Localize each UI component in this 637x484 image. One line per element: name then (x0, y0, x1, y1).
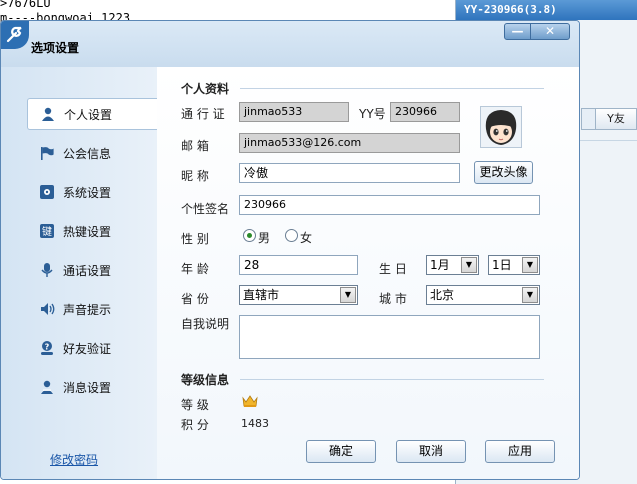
sidebar-item-label: 通话设置 (63, 263, 112, 278)
message-user-icon (39, 379, 55, 395)
chevron-down-icon: ▼ (340, 287, 356, 303)
svg-text:?: ? (45, 343, 50, 352)
flag-icon (39, 145, 55, 161)
change-password-link[interactable]: 修改密码 (50, 451, 98, 468)
nickname-input[interactable]: 冷傲 (239, 163, 460, 183)
gender-male-label: 男 (258, 231, 271, 245)
gender-male-radio[interactable] (243, 229, 256, 242)
birth-day-select[interactable]: 1日 ▼ (488, 255, 540, 275)
options-dialog: 选项设置 — ✕ 个人设置 公会信息 系统设置 键 热键设置 通话设置 声音提示… (0, 20, 580, 480)
svg-text:键: 键 (42, 225, 52, 238)
sidebar-item-label: 系统设置 (63, 185, 112, 200)
sidebar-item-message[interactable]: 消息设置 (27, 371, 157, 403)
settings-icon (39, 184, 55, 200)
nickname-label: 昵 称 (181, 169, 209, 183)
change-avatar-button[interactable]: 更改头像 (474, 161, 533, 184)
email-field: jinmao533@126.com (239, 133, 460, 153)
birth-day-value: 1日 (492, 258, 512, 272)
gender-label: 性 别 (181, 232, 209, 246)
speaker-icon (39, 301, 55, 317)
sidebar-item-label: 消息设置 (63, 380, 112, 395)
signature-input[interactable]: 230966 (239, 195, 540, 215)
background-window-title: YY-230966(3.8) (456, 0, 637, 20)
close-button[interactable]: ✕ (530, 23, 570, 40)
section-title-level: 等级信息 (181, 373, 230, 387)
avatar-image (481, 107, 521, 147)
minimize-button[interactable]: — (504, 23, 531, 40)
sidebar-item-label: 热键设置 (63, 224, 112, 239)
sidebar-item-sound[interactable]: 声音提示 (27, 293, 157, 325)
email-label: 邮 箱 (181, 139, 209, 153)
yy-number-field: 230966 (390, 102, 460, 122)
crown-icon (242, 394, 258, 408)
passport-label: 通 行 证 (181, 107, 225, 121)
points-value: 1483 (241, 417, 269, 430)
level-label: 等 级 (181, 398, 209, 412)
sidebar-item-label: 好友验证 (63, 341, 112, 356)
province-select[interactable]: 直辖市 ▼ (239, 285, 358, 305)
passport-field: jinmao533 (239, 102, 349, 122)
apply-button[interactable]: 应用 (485, 440, 555, 463)
dialog-title: 选项设置 (31, 41, 80, 55)
birth-month-value: 1月 (430, 258, 450, 272)
wrench-icon (1, 21, 29, 49)
city-value: 北京 (430, 288, 455, 302)
background-text-line-1: >7676LU (0, 0, 51, 10)
gender-female-radio[interactable] (285, 229, 298, 242)
city-label: 城 市 (379, 292, 407, 306)
sidebar-item-friend-verify[interactable]: ? 好友验证 (27, 332, 157, 364)
province-label: 省 份 (181, 292, 209, 306)
cancel-button[interactable]: 取消 (396, 440, 466, 463)
points-label: 积 分 (181, 418, 209, 432)
background-y-friend-button[interactable]: Y友 (595, 108, 637, 130)
gender-female-label: 女 (300, 231, 313, 245)
age-label: 年 龄 (181, 262, 209, 276)
intro-textarea[interactable] (239, 315, 540, 359)
sidebar-item-guild[interactable]: 公会信息 (27, 137, 157, 169)
hotkey-icon: 键 (39, 223, 55, 239)
sidebar-item-hotkey[interactable]: 键 热键设置 (27, 215, 157, 247)
chevron-down-icon: ▼ (522, 257, 538, 273)
microphone-icon (39, 262, 55, 278)
user-icon (40, 106, 56, 122)
birthday-label: 生 日 (379, 262, 407, 276)
province-value: 直辖市 (243, 288, 280, 302)
birth-month-select[interactable]: 1月 ▼ (426, 255, 479, 275)
age-input[interactable]: 28 (239, 255, 358, 275)
sidebar-item-system[interactable]: 系统设置 (27, 176, 157, 208)
sidebar: 个人设置 公会信息 系统设置 键 热键设置 通话设置 声音提示 ? 好友验证 消… (1, 67, 157, 479)
question-user-icon: ? (39, 340, 55, 356)
sidebar-item-label: 声音提示 (63, 302, 112, 317)
avatar[interactable] (480, 106, 522, 148)
signature-label: 个性签名 (181, 202, 230, 216)
yy-number-label: YY号 (359, 107, 386, 121)
sidebar-item-label: 公会信息 (63, 146, 112, 161)
sidebar-item-personal[interactable]: 个人设置 (27, 98, 157, 130)
section-divider (240, 88, 544, 89)
intro-label: 自我说明 (181, 317, 230, 331)
chevron-down-icon: ▼ (461, 257, 477, 273)
sidebar-item-label: 个人设置 (64, 107, 113, 122)
city-select[interactable]: 北京 ▼ (426, 285, 540, 305)
section-divider (240, 379, 544, 380)
section-title-profile: 个人资料 (181, 82, 230, 96)
dialog-titlebar[interactable]: 选项设置 — ✕ (1, 21, 579, 67)
chevron-down-icon: ▼ (522, 287, 538, 303)
sidebar-item-call[interactable]: 通话设置 (27, 254, 157, 286)
ok-button[interactable]: 确定 (306, 440, 376, 463)
